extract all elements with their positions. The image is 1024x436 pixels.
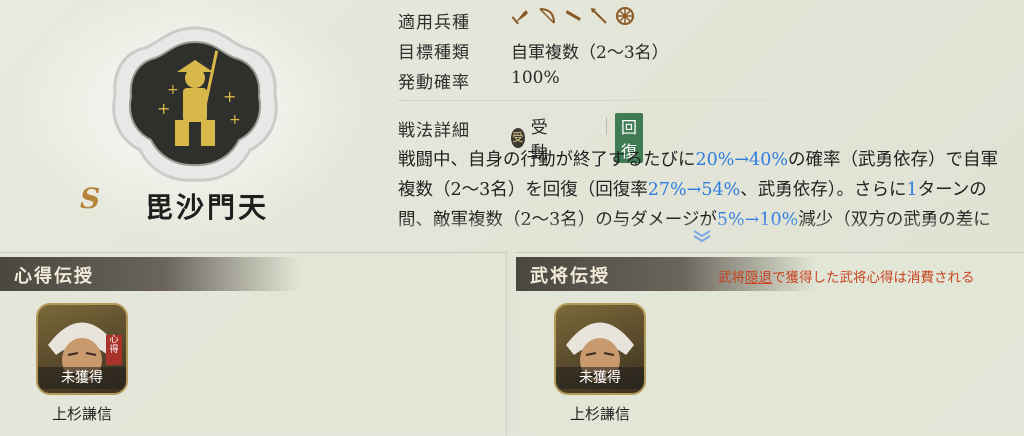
tactics-row: 戦法詳細 受 受動 回復 (398, 113, 644, 163)
skill-name: 毘沙門天 (145, 191, 270, 224)
retire-link[interactable]: 隠退 (745, 270, 772, 286)
inheritance-panel: 心得伝授 心得 未獲得 上杉謙信 (0, 252, 507, 436)
target-value: 自軍複数（2〜3名） (511, 43, 669, 63)
svg-text:+: + (223, 87, 236, 106)
general-portrait: 未獲得 (554, 303, 646, 395)
notice-suffix: で獲得した武将心得は消費される (772, 270, 975, 286)
tactics-label: 戦法詳細 (398, 121, 470, 141)
desc-text-1: 戦闘中、自身の行動が終了するたびに (398, 150, 696, 170)
general-card[interactable]: 未獲得 上杉謙信 (554, 303, 646, 424)
desc-highlight-turns: 1 (906, 180, 918, 200)
inheritance-header: 心得伝授 (0, 257, 300, 291)
axe-icon (511, 6, 531, 26)
target-row: 目標種類 自軍複数（2〜3名） (398, 38, 669, 63)
general-transfer-title: 武将伝授 (530, 266, 610, 287)
general-name: 上杉謙信 (51, 405, 112, 423)
status-badge: 未獲得 (556, 367, 644, 389)
activation-label: 発動確率 (398, 73, 470, 93)
details-divider (398, 100, 978, 101)
unit-type-icons (511, 6, 635, 26)
svg-text:+: + (229, 112, 241, 128)
desc-highlight-reduction: 5%→10% (716, 210, 799, 230)
svg-text:+: + (157, 99, 170, 118)
skill-description[interactable]: 戦闘中、自身の行動が終了するたびに20%→40%の確率（武勇依存）で自軍複数（2… (398, 145, 1008, 238)
general-name: 上杉謙信 (569, 405, 630, 423)
chevron-down-icon[interactable] (690, 229, 714, 247)
status-badge: 未獲得 (38, 367, 126, 389)
stamp-seal: 心得 (106, 335, 122, 365)
general-transfer-panel: 武将伝授 武将隠退で獲得した武将心得は消費される 未獲得 上杉謙信 (516, 252, 1024, 436)
general-portrait: 心得 未獲得 (36, 303, 128, 395)
desc-highlight-heal: 27%→54% (647, 180, 741, 200)
notice-prefix: 武将 (718, 270, 745, 286)
skill-emblem: + + + + (112, 26, 278, 182)
unit-type-row: 適用兵種 (398, 7, 634, 33)
skill-rank: S (80, 182, 101, 215)
svg-text:+: + (167, 82, 179, 98)
unit-type-label: 適用兵種 (398, 13, 470, 33)
inheritance-title: 心得伝授 (14, 266, 94, 287)
desc-text-3: 、武勇依存）。さらに (740, 180, 907, 200)
spear-icon (589, 6, 609, 26)
target-label: 目標種類 (398, 43, 470, 63)
desc-highlight-rate: 20%→40% (695, 150, 788, 170)
general-card[interactable]: 心得 未獲得 上杉謙信 (36, 303, 128, 424)
cavalry-wheel-icon (615, 6, 635, 26)
activation-row: 発動確率 100% (398, 68, 560, 93)
bow-icon (537, 6, 557, 26)
gun-icon (563, 6, 583, 26)
tag-separator (606, 117, 607, 135)
activation-value: 100% (511, 68, 560, 88)
retire-notice: 武将隠退で獲得した武将心得は消費される (718, 266, 975, 286)
